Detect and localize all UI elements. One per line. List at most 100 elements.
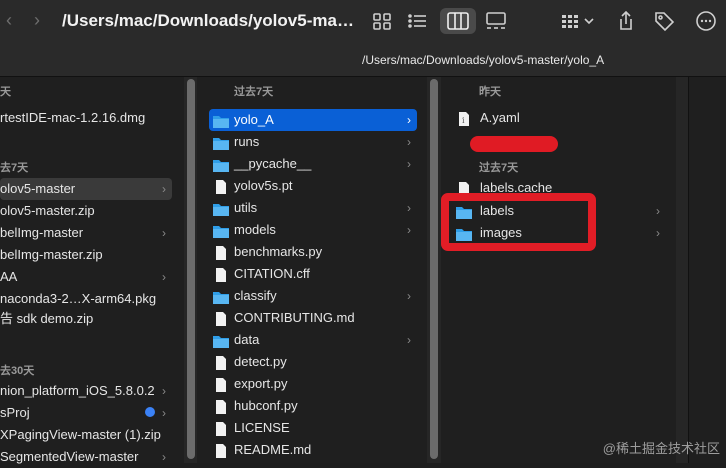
list-item[interactable]: nion_platform_iOS_5.8.0.2 › [0, 380, 172, 402]
file-icon [213, 443, 229, 458]
list-item[interactable]: utils › [209, 197, 417, 219]
chevron-right-icon: › [407, 113, 411, 127]
list-item-label: CITATION.cff [234, 266, 310, 281]
list-item[interactable]: README.md [209, 439, 417, 461]
group-by-icon[interactable] [558, 8, 598, 34]
list-item[interactable]: SegmentedView-master › [0, 446, 172, 468]
list-item[interactable]: data › [209, 329, 417, 351]
list-item[interactable]: detect.py [209, 351, 417, 373]
chevron-right-icon: › [407, 289, 411, 303]
list-item-label: yolov5s.pt [234, 178, 293, 193]
file-icon [213, 355, 229, 370]
gallery-view-icon[interactable] [482, 8, 510, 34]
list-item[interactable]: classify › [209, 285, 417, 307]
chevron-right-icon: › [407, 157, 411, 171]
list-item-label: yolo_A [234, 112, 274, 127]
chevron-right-icon: › [407, 135, 411, 149]
list-view-icon[interactable] [404, 8, 432, 34]
list-item[interactable]: belImg-master.zip [0, 244, 172, 266]
empty-column [688, 77, 726, 463]
list-item-label: benchmarks.py [234, 244, 323, 259]
list-item[interactable]: yolov5s.pt [209, 175, 417, 197]
file-icon [213, 245, 229, 260]
list-item[interactable]: LICENSE [209, 417, 417, 439]
list-item[interactable]: olov5-master.zip [0, 200, 172, 222]
highlight-box [441, 193, 596, 251]
folder-icon [213, 135, 229, 150]
list-item[interactable]: benchmarks.py [209, 241, 417, 263]
chevron-right-icon: › [407, 333, 411, 347]
list-item-label: LICENSE [234, 420, 290, 435]
chevron-right-icon: › [407, 201, 411, 215]
list-item-label: models [234, 222, 276, 237]
file-icon [213, 421, 229, 436]
list-item-label: detect.py [234, 354, 287, 369]
chevron-right-icon: › [407, 223, 411, 237]
list-item[interactable]: olov5-master › [0, 178, 172, 200]
list-item[interactable]: yolo_A › [209, 109, 417, 131]
folder-icon [213, 223, 229, 238]
column-divider[interactable] [184, 77, 197, 463]
scrollbar[interactable] [430, 79, 438, 459]
more-icon[interactable] [692, 8, 720, 34]
list-item-label: classify [234, 288, 277, 303]
list-item[interactable]: i A.yaml [456, 107, 666, 129]
section-header: 过去7天 [234, 86, 274, 98]
file-icon [213, 311, 229, 326]
file-icon [213, 377, 229, 392]
section-header: 过去7天 [479, 162, 519, 174]
column-divider[interactable] [676, 77, 688, 463]
list-item-label: __pycache__ [234, 156, 312, 171]
svg-text:i: i [462, 116, 465, 125]
chevron-right-icon: › [162, 450, 166, 464]
list-item[interactable]: CONTRIBUTING.md [209, 307, 417, 329]
list-item[interactable]: 告 sdk demo.zip [0, 308, 172, 330]
column-recents: 天 rtestIDE-mac-1.2.16.dmg 去7天 olov5-mast… [0, 77, 184, 464]
watermark: @稀土掘金技术社区 [602, 441, 720, 456]
column-view-button[interactable] [440, 8, 476, 34]
column-yolov5-master: 过去7天 yolo_A › runs › __pycache__ › yolov5s.pt u… [197, 77, 427, 463]
list-item-label: CONTRIBUTING.md [234, 310, 355, 325]
chevron-right-icon: › [162, 384, 166, 398]
chevron-right-icon: › [162, 270, 166, 284]
list-item-label: export.py [234, 376, 288, 391]
folder-icon [213, 333, 229, 348]
window-title: /Users/mac/Downloads/yolov5-master/yolo_… [62, 11, 362, 30]
list-item[interactable]: __pycache__ › [209, 153, 417, 175]
back-icon[interactable]: ‹ [6, 10, 12, 30]
folder-icon [213, 201, 229, 216]
list-item[interactable]: AA › [0, 266, 172, 288]
list-item[interactable]: models › [209, 219, 417, 241]
list-item-label: hubconf.py [234, 398, 298, 413]
share-icon[interactable] [612, 8, 640, 34]
icon-view-icon[interactable] [368, 8, 396, 34]
column-yolo-a: 昨天 i A.yaml 过去7天 labels.cache labels › i… [441, 77, 676, 463]
list-item[interactable]: hubconf.py [209, 395, 417, 417]
list-item[interactable]: XPagingView-master (1).zip [0, 424, 172, 446]
path-text: /Users/mac/Downloads/yolov5-master/yolo_… [362, 53, 605, 67]
section-header: 去7天 [0, 162, 29, 174]
scrollbar[interactable] [187, 79, 195, 459]
chevron-right-icon: › [162, 406, 166, 420]
list-item[interactable]: runs › [209, 131, 417, 153]
path-bar: /Users/mac/Downloads/yolov5-master/yolo_… [0, 44, 726, 77]
list-item[interactable]: naconda3-2…X-arm64.pkg [0, 288, 172, 310]
text-file-icon: i [456, 111, 472, 126]
list-item-label: README.md [234, 442, 312, 457]
folder-icon [213, 157, 229, 172]
toolbar: ‹ › /Users/mac/Downloads/yolov5-master/y… [0, 0, 726, 44]
list-item[interactable]: belImg-master › [0, 222, 172, 244]
forward-icon[interactable]: › [34, 10, 40, 30]
list-item[interactable]: export.py [209, 373, 417, 395]
section-header: 天 [0, 86, 11, 98]
column-divider[interactable] [427, 77, 441, 463]
folder-icon [213, 113, 229, 128]
file-icon [213, 179, 229, 194]
file-icon [213, 399, 229, 414]
list-item-label: utils [234, 200, 258, 215]
section-header: 去30天 [0, 365, 35, 377]
list-item[interactable]: CITATION.cff [209, 263, 417, 285]
list-item[interactable]: rtestIDE-mac-1.2.16.dmg [0, 107, 184, 129]
folder-icon [213, 289, 229, 304]
tag-icon[interactable] [650, 8, 678, 34]
